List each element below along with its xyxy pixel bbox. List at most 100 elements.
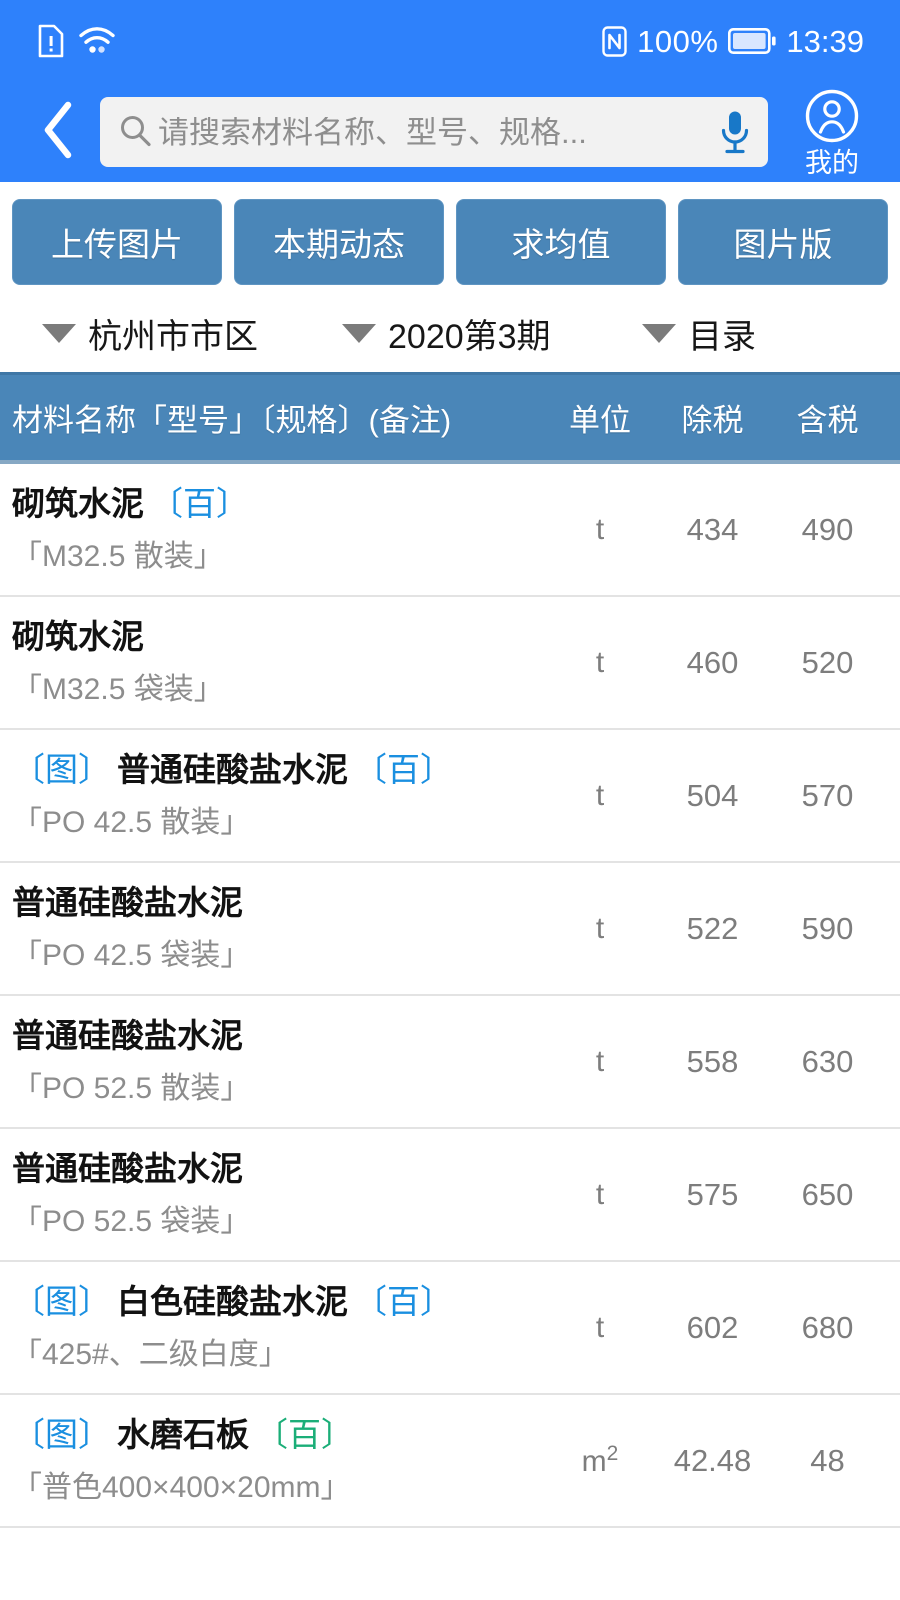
material-title: 普通硅酸盐水泥: [12, 1147, 537, 1191]
in-tax-price-cell: 520: [801, 644, 854, 680]
chevron-down-icon: [642, 323, 676, 343]
materials-price-table: 材料名称「型号」〔规格〕(备注) 单位 除税 含税 砌筑水泥 〔百〕 「M32.5 …: [0, 372, 900, 1528]
column-header-unit: 单位: [569, 403, 631, 438]
unit-cell: t: [545, 513, 655, 547]
material-title: 〔图〕 白色硅酸盐水泥 〔百〕: [12, 1280, 537, 1324]
in-tax-price-cell: 570: [801, 777, 854, 813]
filter-region-label: 杭州市市区: [88, 317, 258, 356]
unit-cell: t: [545, 1045, 655, 1079]
image-available-tag[interactable]: 〔图〕: [12, 751, 111, 788]
material-title: 砌筑水泥: [12, 615, 537, 659]
profile-button[interactable]: 我的: [786, 88, 878, 177]
image-available-tag[interactable]: 〔图〕: [12, 1283, 111, 1320]
hundred-tag[interactable]: 〔百〕: [354, 1283, 453, 1320]
status-bar-left: [38, 24, 116, 58]
nfc-icon: [602, 25, 627, 57]
material-name-text: 砌筑水泥: [12, 618, 144, 656]
average-value-button[interactable]: 求均值: [456, 199, 666, 285]
table-body: 砌筑水泥 〔百〕 「M32.5 散装」 t 434 490 砌筑水泥 「M32.5 袋装」 t 4…: [0, 464, 900, 1528]
material-title: 砌筑水泥 〔百〕: [12, 482, 537, 526]
unit-cell: t: [545, 1178, 655, 1212]
material-title: 普通硅酸盐水泥: [12, 881, 537, 925]
material-title: 普通硅酸盐水泥: [12, 1014, 537, 1058]
search-icon: [118, 113, 152, 152]
material-name-cell: 普通硅酸盐水泥「PO 42.5 袋装」: [0, 867, 545, 990]
unit-cell: t: [545, 912, 655, 946]
top-navigation-bar: 请搜索材料名称、型号、规格... 我的: [0, 82, 900, 182]
user-avatar-icon: [804, 88, 860, 149]
filter-catalog[interactable]: 目录: [642, 309, 756, 358]
battery-full-icon: [728, 28, 777, 54]
unit-cell: m2: [545, 1442, 655, 1479]
material-name-cell: 〔图〕 白色硅酸盐水泥 〔百〕「425#、二级白度」: [0, 1266, 545, 1389]
unit-text: m: [581, 1445, 607, 1478]
chevron-down-icon: [42, 323, 76, 343]
material-spec: 「PO 52.5 散装」: [12, 1071, 251, 1105]
material-name-text: 普通硅酸盐水泥: [12, 1150, 243, 1188]
table-row[interactable]: 〔图〕 水磨石板 〔百〕 「普色400×400×20mm」 m2 42.48 48: [0, 1395, 900, 1528]
in-tax-price-cell: 490: [801, 511, 854, 547]
hundred-tag[interactable]: 〔百〕: [150, 485, 249, 522]
wifi-icon: [78, 26, 116, 56]
filter-period-label: 2020第3期: [388, 317, 551, 356]
material-spec: 「PO 42.5 袋装」: [12, 938, 251, 972]
unit-text: t: [595, 512, 605, 546]
table-row[interactable]: 砌筑水泥 〔百〕 「M32.5 散装」 t 434 490: [0, 464, 900, 597]
material-name-cell: 普通硅酸盐水泥「PO 52.5 散装」: [0, 1000, 545, 1123]
unit-text: t: [595, 911, 605, 945]
material-name-text: 普通硅酸盐水泥: [12, 1017, 243, 1055]
hundred-tag[interactable]: 〔百〕: [354, 751, 453, 788]
unit-text: t: [595, 778, 605, 812]
sim-card-alert-icon: [38, 24, 64, 58]
ex-tax-price-cell: 460: [686, 644, 739, 680]
unit-text: t: [595, 1177, 605, 1211]
filter-catalog-label: 目录: [688, 317, 756, 356]
battery-percent-label: 100%: [637, 23, 719, 59]
search-input-placeholder[interactable]: 请搜索材料名称、型号、规格...: [158, 117, 718, 148]
material-name-cell: 〔图〕 普通硅酸盐水泥 〔百〕 「PO 42.5 散装」: [0, 734, 545, 857]
upload-image-button[interactable]: 上传图片: [12, 199, 222, 285]
table-row[interactable]: 普通硅酸盐水泥 「PO 42.5 袋装」 t 522 590: [0, 863, 900, 996]
table-row[interactable]: 砌筑水泥 「M32.5 袋装」 t 460 520: [0, 597, 900, 730]
material-spec: 「425#、二级白度」: [12, 1337, 289, 1371]
back-chevron-icon: [40, 100, 76, 165]
table-row[interactable]: 〔图〕 普通硅酸盐水泥 〔百〕 「PO 42.5 散装」 t 504 570: [0, 730, 900, 863]
material-name-cell: 砌筑水泥 〔百〕 「M32.5 散装」: [0, 468, 545, 591]
unit-text: t: [595, 645, 605, 679]
in-tax-price-cell: 630: [801, 1043, 854, 1079]
ex-tax-price-cell: 602: [686, 1309, 739, 1345]
clock-label: 13:39: [786, 23, 864, 59]
microphone-icon[interactable]: [718, 109, 752, 155]
column-header-in-tax: 含税: [796, 403, 859, 438]
column-header-name: 材料名称「型号」〔规格〕(备注): [12, 403, 452, 438]
ex-tax-price-cell: 504: [686, 777, 739, 813]
material-spec: 「PO 52.5 袋装」: [12, 1204, 251, 1238]
material-name-cell: 〔图〕 水磨石板 〔百〕「普色400×400×20mm」: [0, 1399, 545, 1522]
image-version-button[interactable]: 图片版: [678, 199, 888, 285]
search-field[interactable]: 请搜索材料名称、型号、规格...: [100, 97, 768, 167]
image-available-tag[interactable]: 〔图〕: [12, 1416, 111, 1453]
filter-region[interactable]: 杭州市市区: [42, 309, 342, 358]
table-row[interactable]: 普通硅酸盐水泥 「PO 52.5 袋装」 t 575 650: [0, 1129, 900, 1262]
current-period-trends-button[interactable]: 本期动态: [234, 199, 444, 285]
unit-cell: t: [545, 646, 655, 680]
chevron-down-icon: [342, 323, 376, 343]
in-tax-price-cell: 680: [801, 1309, 854, 1345]
table-row[interactable]: 〔图〕 白色硅酸盐水泥 〔百〕 「425#、二级白度」 t 602 680: [0, 1262, 900, 1395]
profile-label: 我的: [805, 147, 859, 178]
table-row[interactable]: 普通硅酸盐水泥 「PO 52.5 散装」 t 558 630: [0, 996, 900, 1129]
unit-cell: t: [545, 779, 655, 813]
in-tax-price-cell: 650: [801, 1176, 854, 1212]
action-button-bar: 上传图片 本期动态 求均值 图片版: [0, 182, 900, 294]
material-title: 〔图〕 普通硅酸盐水泥 〔百〕: [12, 748, 537, 792]
status-bar-right: 100% 13:39: [602, 26, 864, 57]
material-title: 〔图〕 水磨石板 〔百〕: [12, 1413, 537, 1457]
status-bar: 100% 13:39: [0, 0, 900, 82]
hundred-tag[interactable]: 〔百〕: [255, 1416, 354, 1453]
back-button[interactable]: [28, 94, 88, 170]
material-spec: 「普色400×400×20mm」: [12, 1470, 351, 1504]
material-name-cell: 砌筑水泥 「M32.5 袋装」: [0, 601, 545, 724]
filter-bar: 杭州市市区 2020第3期 目录: [0, 294, 900, 372]
material-name-cell: 普通硅酸盐水泥「PO 52.5 袋装」: [0, 1133, 545, 1256]
filter-period[interactable]: 2020第3期: [342, 309, 642, 358]
